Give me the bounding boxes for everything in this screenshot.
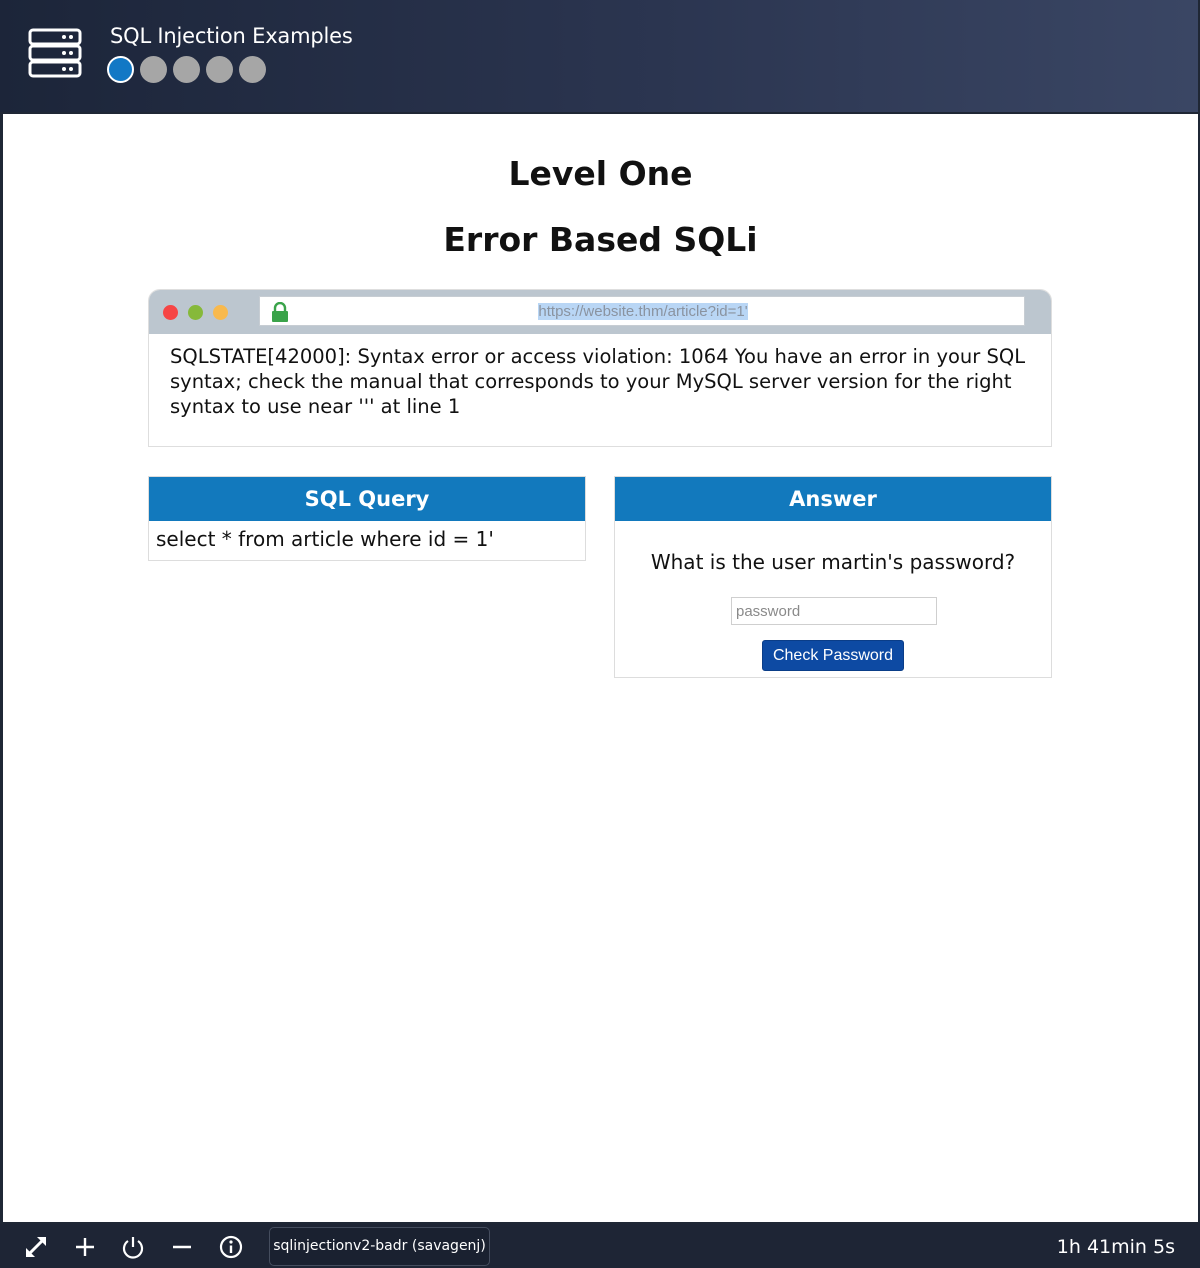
main-content: Level One Error Based SQLi https://websi… [3,114,1198,1222]
step-indicator [107,56,266,83]
mock-browser-window: https://website.thm/article?id=1' SQLSTA… [148,289,1052,447]
step-dot-4[interactable] [206,56,233,83]
server-icon [28,28,82,78]
power-icon[interactable] [120,1234,146,1260]
app-frame: SQL Injection Examples Level One Error B… [0,0,1200,1268]
answer-panel-title: Answer [615,477,1051,521]
answer-panel: Answer What is the user martin's passwor… [614,476,1052,678]
session-timer: 1h 41min 5s [1056,1236,1175,1258]
sql-query-panel: SQL Query select * from article where id… [148,476,586,561]
step-dot-1[interactable] [107,56,134,83]
minus-icon[interactable] [169,1234,195,1260]
machine-tab[interactable]: sqlinjectionv2-badr (savagenj) [269,1227,490,1266]
step-dot-3[interactable] [173,56,200,83]
url-text: https://website.thm/article?id=1' [538,303,748,320]
app-header: SQL Injection Examples [0,0,1198,112]
expand-icon[interactable] [23,1234,49,1260]
page-title: Level One [508,154,693,193]
maximize-dot-icon [213,305,228,320]
address-bar[interactable]: https://website.thm/article?id=1' [259,296,1025,326]
sql-query-text: select * from article where id = 1' [156,527,494,551]
step-dot-2[interactable] [140,56,167,83]
close-dot-icon [163,305,178,320]
page-subtitle: Error Based SQLi [443,220,758,259]
minimize-dot-icon [188,305,203,320]
browser-toolbar: https://website.thm/article?id=1' [149,290,1051,334]
bottom-toolbar: sqlinjectionv2-badr (savagenj) 1h 41min … [0,1224,1200,1268]
info-icon[interactable] [218,1234,244,1260]
plus-icon[interactable] [72,1234,98,1260]
app-title: SQL Injection Examples [110,24,353,48]
step-dot-5[interactable] [239,56,266,83]
sql-error-message: SQLSTATE[42000]: Syntax error or access … [170,345,1026,418]
password-input[interactable] [731,597,937,625]
answer-question: What is the user martin's password? [650,550,1016,574]
sql-query-panel-title: SQL Query [149,477,585,521]
check-password-button[interactable]: Check Password [762,640,904,671]
